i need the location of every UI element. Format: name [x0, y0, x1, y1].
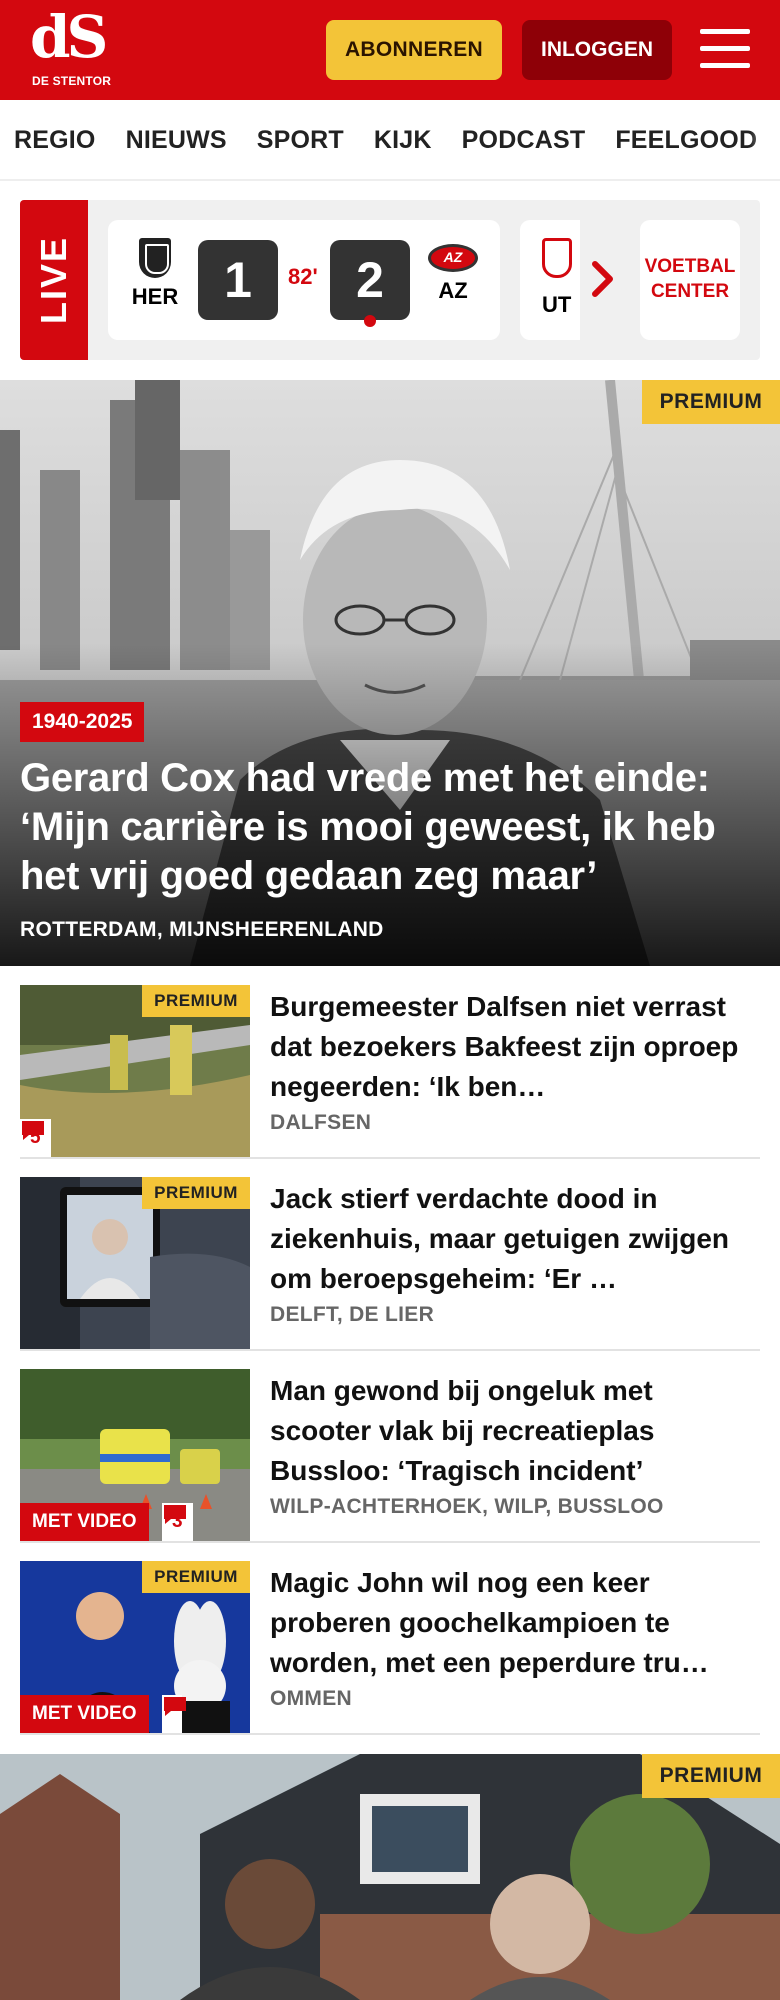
comment-icon: [164, 1505, 186, 1524]
home-team: HER: [120, 238, 190, 310]
home-score: 1: [198, 240, 278, 320]
main-nav: REGIO NIEUWS SPORT KIJK PODCAST FEELGOOD: [0, 100, 780, 180]
article-thumbnail: PREMIUM 5: [20, 985, 250, 1157]
live-scores-bar: LIVE HER 1 82' 2 AZ UT VOETBAL CENTER: [20, 200, 760, 360]
subscribe-button[interactable]: ABONNEREN: [326, 20, 502, 80]
article-location: DELFT, DE LIER: [270, 1303, 435, 1326]
home-team-abbr: HER: [131, 284, 179, 309]
away-score: 2: [330, 240, 410, 320]
logo-subtitle: DE STENTOR: [32, 74, 112, 88]
hero-article[interactable]: PREMIUM 1940-2025 Gerard Cox had vrede m…: [0, 380, 780, 966]
premium-badge: PREMIUM: [642, 380, 780, 424]
nav-fade: [750, 100, 780, 180]
article-title[interactable]: Jack stierf verdachte dood in ziekenhuis…: [270, 1179, 750, 1299]
away-team: AZ: [418, 238, 488, 304]
list-item[interactable]: PREMIUM 5 Burgemeester Dalfsen niet verr…: [20, 985, 760, 1159]
comment-icon: [22, 1121, 44, 1140]
divider: [0, 179, 780, 181]
nav-item-feelgood[interactable]: FEELGOOD: [615, 126, 757, 155]
voetbal-center-link[interactable]: VOETBAL CENTER: [640, 220, 740, 340]
match-minute: 82': [288, 264, 318, 289]
match-card-next[interactable]: UT: [520, 220, 580, 340]
site-header: dS DE STENTOR ABONNEREN INLOGGEN: [0, 0, 780, 100]
article-title[interactable]: Burgemeester Dalfsen niet verrast dat be…: [270, 987, 750, 1107]
premium-badge: PREMIUM: [642, 1754, 780, 1798]
video-badge: MET VIDEO: [20, 1695, 149, 1733]
login-button[interactable]: INLOGGEN: [522, 20, 672, 80]
article-title[interactable]: Magic John wil nog een keer proberen goo…: [270, 1563, 750, 1683]
hero-location: ROTTERDAM, MIJNSHEERENLAND: [20, 918, 384, 941]
voetbal-center-label-1: VOETBAL: [644, 256, 736, 278]
list-item[interactable]: PREMIUM MET VIDEO Magic John wil nog een…: [20, 1561, 760, 1735]
hero-article-2[interactable]: PREMIUM: [0, 1754, 780, 2000]
list-item[interactable]: MET VIDEO 3 Man gewond bij ongeluk met s…: [20, 1369, 760, 1543]
article-thumbnail: PREMIUM MET VIDEO: [20, 1561, 250, 1733]
az-crest-icon: [428, 244, 478, 272]
menu-icon[interactable]: [700, 27, 750, 71]
nav-item-podcast[interactable]: PODCAST: [462, 126, 586, 155]
site-logo[interactable]: dS DE STENTOR: [30, 8, 120, 88]
comment-count[interactable]: [162, 1695, 186, 1733]
hero-kicker: 1940-2025: [20, 702, 145, 742]
premium-badge: PREMIUM: [142, 1177, 250, 1209]
premium-badge: PREMIUM: [142, 985, 250, 1017]
list-item[interactable]: PREMIUM Jack stierf verdachte dood in zi…: [20, 1177, 760, 1351]
voetbal-center-label-2: CENTER: [650, 281, 730, 302]
article-location: DALFSEN: [270, 1111, 372, 1134]
article-thumbnail: MET VIDEO 3: [20, 1369, 250, 1541]
comment-count[interactable]: 5: [20, 1119, 51, 1157]
nav-item-regio[interactable]: REGIO: [14, 126, 96, 155]
article-location: OMMEN: [270, 1687, 352, 1710]
comment-count[interactable]: 3: [162, 1503, 193, 1541]
article-thumbnail: PREMIUM: [20, 1177, 250, 1349]
nav-item-nieuws[interactable]: NIEUWS: [126, 126, 227, 155]
next-team-abbr: UT: [542, 292, 572, 317]
comment-icon: [164, 1697, 186, 1716]
hero-title[interactable]: Gerard Cox had vrede met het einde: ‘Mij…: [20, 754, 760, 901]
utrecht-crest-icon: [542, 238, 572, 278]
nav-item-kijk[interactable]: KIJK: [374, 126, 432, 155]
live-label: LIVE: [20, 200, 88, 360]
live-dot-icon: [364, 315, 376, 327]
article-title[interactable]: Man gewond bij ongeluk met scooter vlak …: [270, 1371, 750, 1491]
match-card[interactable]: HER 1 82' 2 AZ: [108, 220, 500, 340]
logo-mark: dS: [30, 3, 108, 71]
premium-badge: PREMIUM: [142, 1561, 250, 1593]
chevron-right-icon[interactable]: [590, 256, 616, 302]
article-location: WILP-ACHTERHOEK, WILP, BUSSLOO: [270, 1495, 664, 1518]
video-badge: MET VIDEO: [20, 1503, 149, 1541]
nav-item-sport[interactable]: SPORT: [257, 126, 344, 155]
heracles-crest-icon: [139, 238, 171, 278]
away-team-abbr: AZ: [438, 278, 468, 303]
